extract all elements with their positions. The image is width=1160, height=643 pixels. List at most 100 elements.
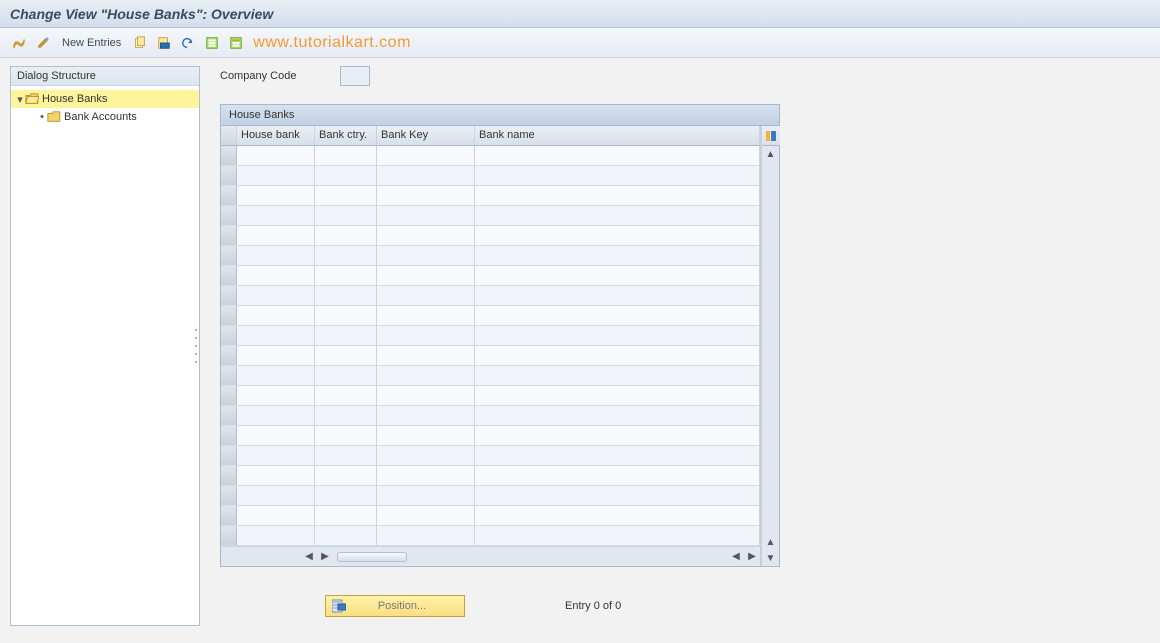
- cell-house-bank[interactable]: [237, 186, 315, 205]
- change-icon[interactable]: [34, 34, 52, 52]
- row-selector[interactable]: [221, 326, 237, 345]
- cell-bank-key[interactable]: [377, 466, 475, 485]
- scroll-down-icon[interactable]: ▼: [762, 550, 779, 566]
- table-row[interactable]: [221, 266, 760, 286]
- row-selector[interactable]: [221, 186, 237, 205]
- cell-bank-ctry[interactable]: [315, 266, 377, 285]
- cell-bank-ctry[interactable]: [315, 366, 377, 385]
- cell-bank-name[interactable]: [475, 526, 760, 545]
- cell-bank-name[interactable]: [475, 326, 760, 345]
- cell-bank-ctry[interactable]: [315, 526, 377, 545]
- expand-arrow-icon[interactable]: ▾: [15, 93, 25, 106]
- cell-bank-name[interactable]: [475, 226, 760, 245]
- cell-bank-key[interactable]: [377, 206, 475, 225]
- cell-bank-key[interactable]: [377, 326, 475, 345]
- cell-house-bank[interactable]: [237, 386, 315, 405]
- cell-house-bank[interactable]: [237, 466, 315, 485]
- cell-house-bank[interactable]: [237, 226, 315, 245]
- cell-bank-name[interactable]: [475, 446, 760, 465]
- row-selector[interactable]: [221, 246, 237, 265]
- cell-bank-key[interactable]: [377, 286, 475, 305]
- row-selector[interactable]: [221, 526, 237, 545]
- cell-bank-name[interactable]: [475, 186, 760, 205]
- cell-bank-ctry[interactable]: [315, 186, 377, 205]
- row-selector[interactable]: [221, 506, 237, 525]
- cell-house-bank[interactable]: [237, 526, 315, 545]
- cell-house-bank[interactable]: [237, 366, 315, 385]
- select-all-icon[interactable]: [203, 34, 221, 52]
- row-selector[interactable]: [221, 286, 237, 305]
- cell-bank-name[interactable]: [475, 266, 760, 285]
- position-button[interactable]: Position...: [325, 595, 465, 617]
- row-selector[interactable]: [221, 406, 237, 425]
- scroll-left-icon[interactable]: ◀: [301, 549, 317, 565]
- cell-house-bank[interactable]: [237, 486, 315, 505]
- row-selector[interactable]: [221, 306, 237, 325]
- row-selector[interactable]: [221, 166, 237, 185]
- cell-bank-name[interactable]: [475, 406, 760, 425]
- table-row[interactable]: [221, 526, 760, 546]
- cell-bank-name[interactable]: [475, 386, 760, 405]
- table-row[interactable]: [221, 446, 760, 466]
- cell-bank-ctry[interactable]: [315, 406, 377, 425]
- cell-bank-name[interactable]: [475, 346, 760, 365]
- table-row[interactable]: [221, 506, 760, 526]
- scroll-left-end-icon[interactable]: ◀: [728, 549, 744, 565]
- table-settings-icon[interactable]: [762, 126, 780, 146]
- cell-bank-name[interactable]: [475, 286, 760, 305]
- cell-bank-ctry[interactable]: [315, 466, 377, 485]
- row-selector[interactable]: [221, 346, 237, 365]
- cell-bank-ctry[interactable]: [315, 226, 377, 245]
- scroll-right-step-icon[interactable]: ▶: [317, 549, 333, 565]
- row-selector[interactable]: [221, 466, 237, 485]
- row-selector[interactable]: [221, 386, 237, 405]
- cell-bank-name[interactable]: [475, 486, 760, 505]
- table-row[interactable]: [221, 346, 760, 366]
- scroll-right-icon[interactable]: ▶: [744, 549, 760, 565]
- cell-house-bank[interactable]: [237, 166, 315, 185]
- row-selector[interactable]: [221, 426, 237, 445]
- undo-icon[interactable]: [179, 34, 197, 52]
- cell-bank-key[interactable]: [377, 306, 475, 325]
- cell-bank-ctry[interactable]: [315, 326, 377, 345]
- cell-bank-name[interactable]: [475, 366, 760, 385]
- table-row[interactable]: [221, 366, 760, 386]
- table-row[interactable]: [221, 306, 760, 326]
- cell-house-bank[interactable]: [237, 446, 315, 465]
- cell-bank-ctry[interactable]: [315, 246, 377, 265]
- new-entries-button[interactable]: New Entries: [58, 36, 125, 50]
- col-bank-key[interactable]: Bank Key: [377, 126, 475, 145]
- cell-house-bank[interactable]: [237, 306, 315, 325]
- cell-house-bank[interactable]: [237, 346, 315, 365]
- table-row[interactable]: [221, 486, 760, 506]
- cell-bank-name[interactable]: [475, 146, 760, 165]
- scroll-up-icon[interactable]: ▲: [762, 146, 779, 162]
- other-view-icon[interactable]: [10, 34, 28, 52]
- cell-bank-key[interactable]: [377, 486, 475, 505]
- cell-house-bank[interactable]: [237, 246, 315, 265]
- horizontal-scrollbar[interactable]: ◀ ▶ ◀ ▶: [221, 546, 760, 566]
- cell-bank-name[interactable]: [475, 246, 760, 265]
- company-code-input[interactable]: [340, 66, 370, 86]
- select-block-icon[interactable]: [227, 34, 245, 52]
- row-selector[interactable]: [221, 206, 237, 225]
- cell-bank-key[interactable]: [377, 366, 475, 385]
- cell-house-bank[interactable]: [237, 506, 315, 525]
- cell-bank-key[interactable]: [377, 186, 475, 205]
- row-selector[interactable]: [221, 486, 237, 505]
- cell-bank-name[interactable]: [475, 426, 760, 445]
- cell-bank-ctry[interactable]: [315, 166, 377, 185]
- table-row[interactable]: [221, 146, 760, 166]
- copy-as-icon[interactable]: [131, 34, 149, 52]
- col-bank-ctry[interactable]: Bank ctry.: [315, 126, 377, 145]
- table-row[interactable]: [221, 186, 760, 206]
- scroll-down-step-icon[interactable]: ▲: [762, 534, 779, 550]
- cell-house-bank[interactable]: [237, 266, 315, 285]
- table-row[interactable]: [221, 206, 760, 226]
- cell-bank-name[interactable]: [475, 206, 760, 225]
- cell-bank-ctry[interactable]: [315, 446, 377, 465]
- tree-item-bank-accounts[interactable]: Bank Accounts: [11, 108, 199, 126]
- delete-icon[interactable]: [155, 34, 173, 52]
- cell-bank-name[interactable]: [475, 506, 760, 525]
- cell-bank-name[interactable]: [475, 466, 760, 485]
